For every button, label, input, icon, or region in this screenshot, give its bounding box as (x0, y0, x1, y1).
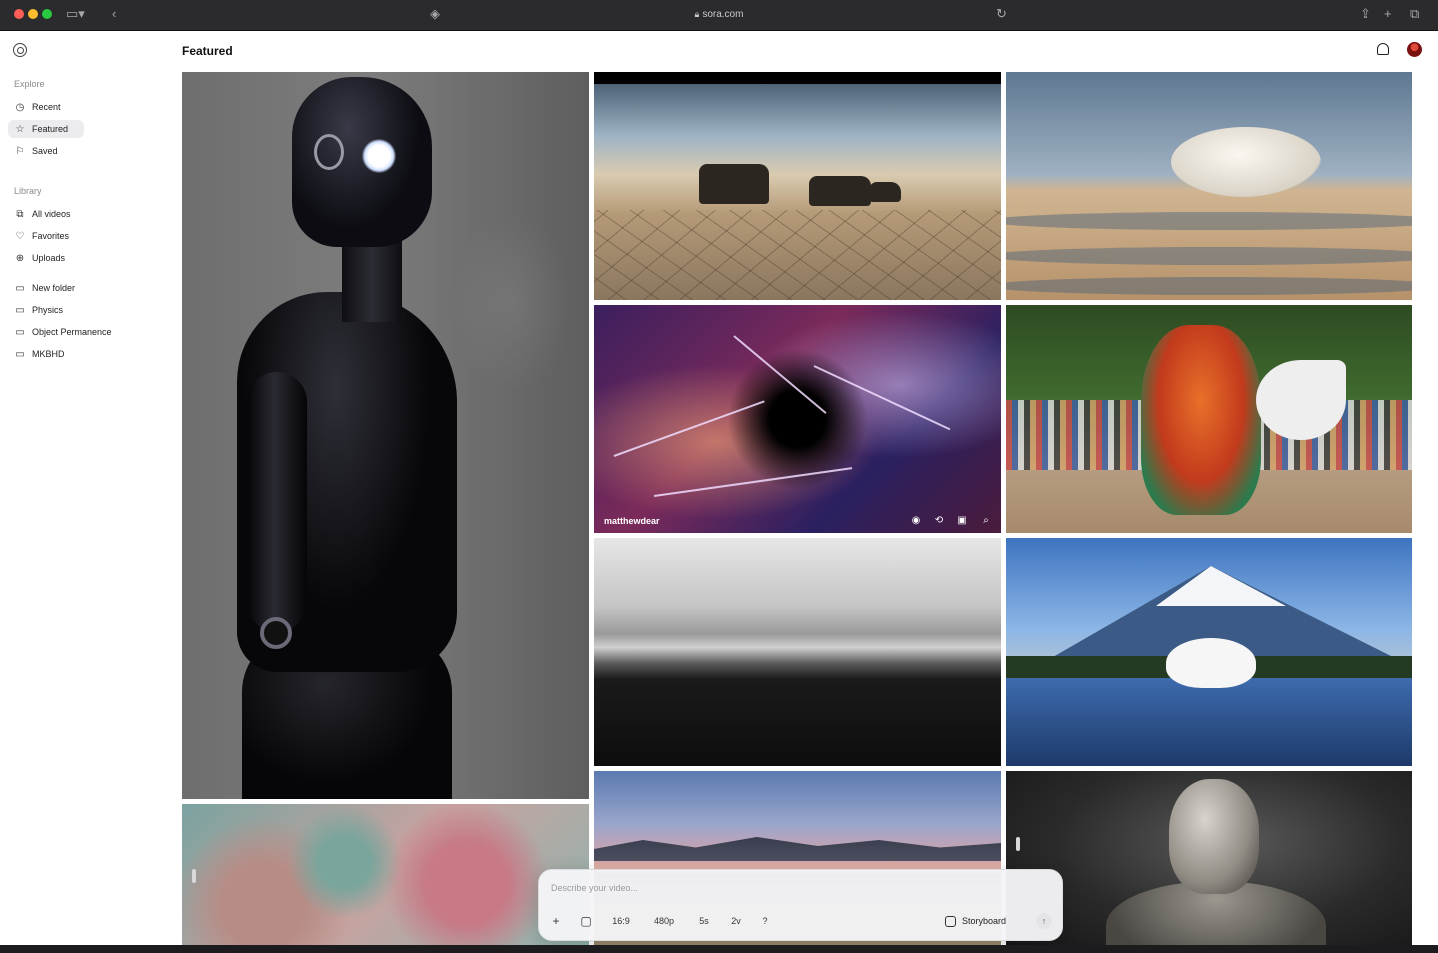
sidebar-item-physics[interactable]: ▭ Physics (8, 301, 148, 319)
sidebar-item-label: Object Permanence (32, 327, 112, 337)
sidebar-item-saved[interactable]: ⚐ Saved (8, 142, 148, 160)
user-avatar[interactable] (1407, 42, 1422, 57)
video-tile-robot[interactable] (182, 72, 589, 799)
sidebar-item-label: Physics (32, 305, 64, 315)
sora-app: Featured Explore ◷ Recent ☆ Featured ⚐ S… (0, 31, 1438, 949)
remix-icon[interactable]: ⟲ (933, 515, 945, 527)
sidebar-item-label: Uploads (32, 253, 66, 263)
video-tile-portrait[interactable] (1006, 771, 1412, 949)
reload-icon[interactable]: ↻ (996, 5, 1007, 23)
sidebar-item-label: Featured (32, 124, 69, 134)
drag-handle-icon[interactable] (192, 869, 196, 883)
sidebar-item-object-permanence[interactable]: ▭ Object Permanence (8, 323, 148, 341)
variations-button[interactable]: 2v (726, 912, 746, 930)
resolution-button[interactable]: 480p (649, 912, 679, 930)
sidebar-item-label: Recent (32, 102, 61, 112)
submit-arrow-icon[interactable]: ↑ (1036, 913, 1052, 929)
sidebar-item-featured[interactable]: ☆ Featured (8, 120, 84, 138)
video-tile-dune-cloud[interactable] (1006, 72, 1412, 300)
sidebar-item-new-folder[interactable]: ▭ New folder (8, 279, 148, 297)
section-label-explore: Explore (14, 79, 45, 89)
save-icon[interactable]: ▣ (956, 515, 968, 527)
video-tile-ocean[interactable] (594, 538, 1001, 766)
url-text: sora.com (702, 9, 744, 20)
add-media-icon[interactable]: + (549, 912, 563, 930)
sora-logo-icon[interactable] (13, 43, 27, 57)
storyboard-button[interactable]: Storyboard (945, 912, 1006, 930)
help-button[interactable]: ? (758, 912, 772, 930)
bookmark-icon: ⚐ (15, 145, 25, 157)
sidebar-item-label: All videos (32, 209, 71, 219)
heart-icon: ♡ (15, 230, 25, 242)
zoom-icon[interactable]: ⌕ (980, 515, 992, 527)
sidebar-item-uploads[interactable]: ⊕ Uploads (8, 249, 148, 267)
sidebar-item-label: Favorites (32, 231, 70, 241)
video-tile-coral[interactable] (182, 804, 589, 949)
duration-button[interactable]: 5s (694, 912, 714, 930)
star-icon: ☆ (15, 123, 25, 135)
sidebar-item-label: New folder (32, 283, 76, 293)
clock-icon: ◷ (15, 101, 25, 113)
sidebar-item-favorites[interactable]: ♡ Favorites (8, 227, 148, 245)
aspect-ratio-button[interactable]: 16:9 (607, 912, 635, 930)
browser-toolbar: ▭▾ ‹ ◈ 🔒︎ sora.com ↻ ⇪ + ⧉ (0, 0, 1438, 31)
folder-icon: ▭ (15, 304, 25, 316)
section-label-library: Library (14, 186, 42, 196)
tabs-overview-icon[interactable]: ⧉ (1410, 5, 1419, 23)
sidebar-item-all-videos[interactable]: ⧉ All videos (8, 205, 148, 223)
sidebar-item-label: MKBHD (32, 349, 65, 359)
creator-name[interactable]: matthewdear (604, 516, 660, 526)
video-tile-mount-fuji[interactable] (1006, 538, 1412, 766)
prompt-composer: Describe your video... + ▢ 16:9 480p 5s … (538, 869, 1063, 941)
drag-handle-icon[interactable] (1016, 837, 1020, 851)
upload-icon: ⊕ (15, 252, 25, 264)
storyboard-icon (945, 915, 956, 927)
video-tile-desert-vehicles[interactable] (594, 72, 1001, 300)
sidebar-item-recent[interactable]: ◷ Recent (8, 98, 148, 116)
share-icon[interactable]: ⇪ (1360, 5, 1371, 23)
prompt-input[interactable]: Describe your video... (551, 883, 638, 893)
notifications-bell-icon[interactable] (1377, 43, 1389, 55)
preset-icon[interactable]: ▢ (579, 912, 593, 930)
new-tab-icon[interactable]: + (1384, 5, 1392, 23)
videos-icon: ⧉ (16, 208, 24, 220)
view-icon[interactable]: ◉ (910, 515, 922, 527)
folder-icon: ▭ (15, 326, 25, 338)
sidebar-item-mkbhd[interactable]: ▭ MKBHD (8, 345, 148, 363)
video-tile-dancer[interactable] (1006, 305, 1412, 533)
folder-icon: ▭ (15, 348, 25, 360)
lock-icon: 🔒︎ (694, 9, 700, 19)
sidebar-item-label: Saved (32, 146, 58, 156)
storyboard-label: Storyboard (962, 916, 1007, 926)
address-bar[interactable]: 🔒︎ sora.com (0, 6, 1438, 23)
page-title: Featured (182, 44, 233, 58)
folder-icon: ▭ (15, 282, 25, 294)
video-tile-lightning[interactable]: matthewdear ◉ ⟲ ▣ ⌕ (594, 305, 1001, 533)
window-bottom-edge (0, 945, 1438, 953)
